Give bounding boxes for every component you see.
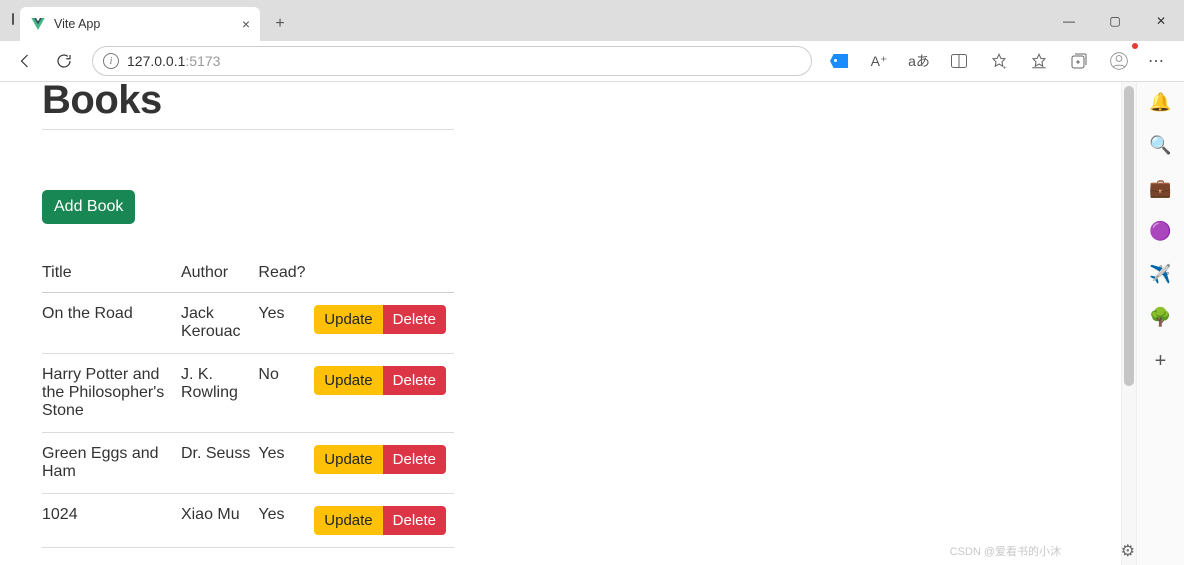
cell-title: 1024 bbox=[42, 494, 181, 548]
page-title: Books bbox=[42, 82, 1079, 123]
favorites-star-icon[interactable]: + bbox=[982, 45, 1016, 77]
site-info-icon[interactable]: i bbox=[103, 53, 119, 69]
table-row: Harry Potter and the Philosopher's Stone… bbox=[42, 354, 454, 433]
notifications-icon[interactable]: 🔔 bbox=[1149, 92, 1171, 113]
update-button[interactable]: Update bbox=[314, 366, 382, 395]
back-button[interactable] bbox=[8, 45, 44, 77]
favorites-icon[interactable] bbox=[1022, 45, 1056, 77]
translate-icon[interactable]: aあ bbox=[902, 45, 936, 77]
cell-author: J. K. Rowling bbox=[181, 354, 258, 433]
table-row: 1024Xiao MuYesUpdateDelete bbox=[42, 494, 454, 548]
edge-sidebar: 🔔 🔍 💼 🟣 ✈️ 🌳 + bbox=[1136, 82, 1184, 565]
cell-author: Xiao Mu bbox=[181, 494, 258, 548]
watermark: CSDN @爱看书的小沐 bbox=[950, 543, 1061, 559]
table-row: On the RoadJack KerouacYesUpdateDelete bbox=[42, 293, 454, 354]
delete-button[interactable]: Delete bbox=[383, 305, 446, 334]
divider bbox=[42, 129, 454, 130]
cell-author: Dr. Seuss bbox=[181, 433, 258, 494]
profile-icon[interactable] bbox=[1102, 45, 1136, 77]
search-icon[interactable]: 🔍 bbox=[1149, 135, 1171, 156]
briefcase-icon[interactable]: 💼 bbox=[1149, 178, 1171, 199]
browser-tab[interactable]: Vite App × bbox=[20, 7, 260, 41]
copilot-icon[interactable]: 🟣 bbox=[1149, 221, 1171, 242]
collections-icon[interactable] bbox=[1062, 45, 1096, 77]
cell-title: Harry Potter and the Philosopher's Stone bbox=[42, 354, 181, 433]
read-aloud-icon[interactable]: A⁺ bbox=[862, 45, 896, 77]
col-title: Title bbox=[42, 252, 181, 293]
browser-toolbar: i 127.0.0.1:5173 A⁺ aあ + ⋯ bbox=[0, 41, 1184, 82]
send-icon[interactable]: ✈️ bbox=[1149, 264, 1171, 285]
cell-read: Yes bbox=[258, 494, 314, 548]
more-menu-button[interactable]: ⋯ bbox=[1138, 45, 1176, 77]
tab-title: Vite App bbox=[54, 17, 234, 31]
books-table: Title Author Read? On the RoadJack Kerou… bbox=[42, 252, 454, 548]
vertical-scrollbar[interactable]: ⚙ bbox=[1121, 82, 1136, 565]
close-tab-icon[interactable]: × bbox=[242, 16, 250, 32]
tree-icon[interactable]: 🌳 bbox=[1149, 307, 1171, 328]
add-book-button[interactable]: Add Book bbox=[42, 190, 135, 224]
cell-title: Green Eggs and Ham bbox=[42, 433, 181, 494]
new-tab-button[interactable]: + bbox=[264, 8, 296, 40]
cell-read: Yes bbox=[258, 433, 314, 494]
cell-read: Yes bbox=[258, 293, 314, 354]
update-button[interactable]: Update bbox=[314, 506, 382, 535]
window-controls: — ▢ ✕ bbox=[1046, 0, 1184, 41]
settings-gear-icon[interactable]: ⚙ bbox=[1121, 541, 1135, 561]
refresh-button[interactable] bbox=[46, 45, 82, 77]
delete-button[interactable]: Delete bbox=[383, 506, 446, 535]
url-text: 127.0.0.1:5173 bbox=[127, 53, 220, 69]
window-titlebar: Vite App × + — ▢ ✕ bbox=[0, 0, 1184, 41]
add-sidebar-button[interactable]: + bbox=[1155, 350, 1167, 373]
cell-title: On the Road bbox=[42, 293, 181, 354]
close-window-button[interactable]: ✕ bbox=[1138, 0, 1184, 41]
minimize-button[interactable]: — bbox=[1046, 0, 1092, 41]
maximize-button[interactable]: ▢ bbox=[1092, 0, 1138, 41]
shopping-icon[interactable] bbox=[822, 45, 856, 77]
cell-read: No bbox=[258, 354, 314, 433]
svg-text:+: + bbox=[1003, 64, 1007, 70]
table-row: Green Eggs and HamDr. SeussYesUpdateDele… bbox=[42, 433, 454, 494]
split-screen-icon[interactable] bbox=[942, 45, 976, 77]
delete-button[interactable]: Delete bbox=[383, 445, 446, 474]
delete-button[interactable]: Delete bbox=[383, 366, 446, 395]
col-author: Author bbox=[181, 252, 258, 293]
tabs-button[interactable] bbox=[0, 7, 14, 41]
update-button[interactable]: Update bbox=[314, 445, 382, 474]
page-content: Books Add Book Title Author Read? On the… bbox=[0, 82, 1121, 565]
col-read: Read? bbox=[258, 252, 314, 293]
vue-icon bbox=[30, 16, 46, 32]
scrollbar-thumb[interactable] bbox=[1124, 86, 1134, 386]
address-bar[interactable]: i 127.0.0.1:5173 bbox=[92, 46, 812, 76]
update-button[interactable]: Update bbox=[314, 305, 382, 334]
cell-author: Jack Kerouac bbox=[181, 293, 258, 354]
